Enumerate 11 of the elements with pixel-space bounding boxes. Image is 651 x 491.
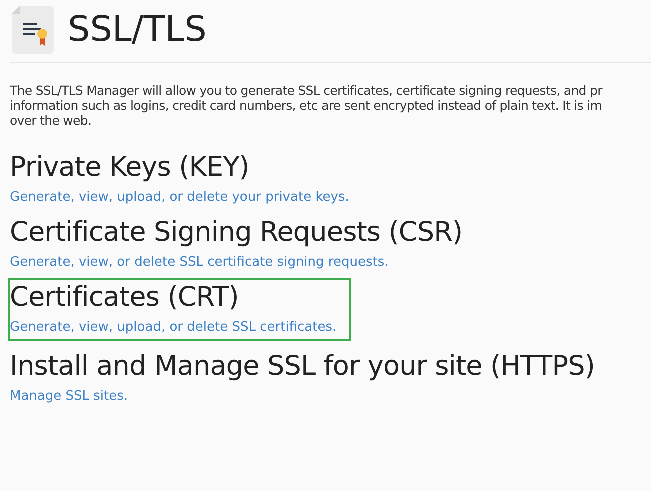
section-heading: Private Keys (KEY) (10, 151, 250, 185)
section-link[interactable]: Generate, view, or delete SSL certificate signing requests. (10, 255, 389, 270)
page-title: SSL/TLS (68, 10, 207, 50)
section-link[interactable]: Generate, view, upload, or delete SSL certificates. (10, 320, 337, 335)
section-heading: Install and Manage SSL for your site (HTTPS) (10, 350, 596, 384)
intro-text: The SSL/TLS Manager will allow you to generate SSL certificates, certificate signing requests, and pr information such as logins, credit card numbers, etc are sent encrypted instead of plain text. It is im over the web. (10, 83, 604, 128)
section-heading: Certificates (CRT) (10, 281, 240, 315)
section-link[interactable]: Manage SSL sites. (10, 389, 128, 404)
section-heading: Certificate Signing Requests (CSR) (10, 216, 463, 250)
certificate-icon (12, 6, 54, 54)
section-link[interactable]: Generate, view, upload, or delete your private keys. (10, 190, 350, 205)
